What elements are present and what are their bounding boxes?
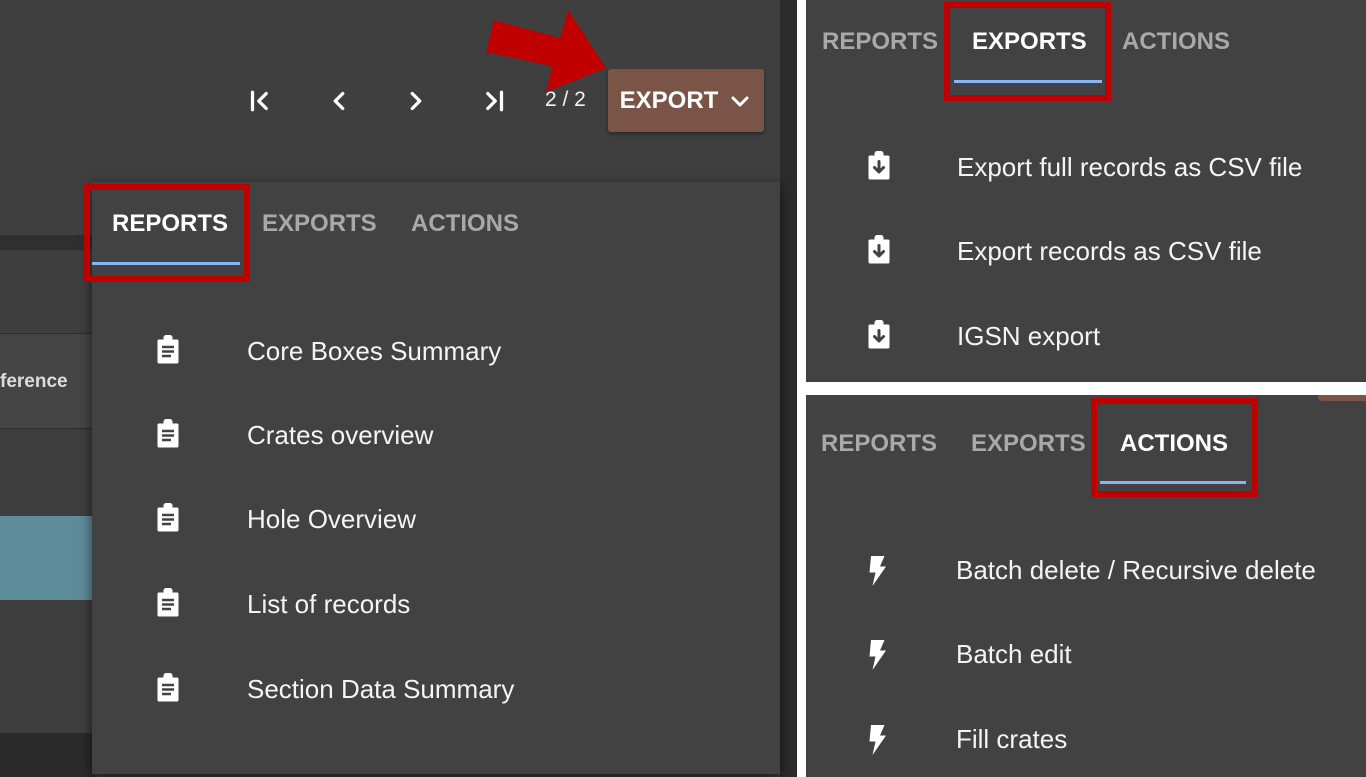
lightning-bolt-icon: [869, 556, 886, 586]
menu-item-label: Export records as CSV file: [957, 236, 1262, 266]
reports-panel-view: ference 2 / 2 EXPORT REPORTS EXPORTS ACT…: [0, 0, 797, 777]
callout-arrow-icon: [486, 10, 606, 92]
lightning-bolt-icon: [869, 725, 886, 755]
first-page-icon: [250, 90, 268, 112]
menu-item-batch-delete[interactable]: Batch delete / Recursive delete: [806, 541, 1366, 601]
column-header-label: ference: [0, 371, 68, 392]
menu-item-label: Batch delete / Recursive delete: [956, 555, 1316, 585]
highlight-box-reports: [84, 184, 250, 282]
menu-item-label: Core Boxes Summary: [247, 336, 502, 366]
previous-page-button[interactable]: [320, 82, 358, 120]
menu-item-export-full-records-csv[interactable]: Export full records as CSV file: [806, 138, 1366, 198]
clipboard-download-icon: [868, 151, 890, 180]
menu-item-batch-edit[interactable]: Batch edit: [806, 625, 1366, 685]
clipboard-list-icon: [157, 588, 179, 617]
first-page-button[interactable]: [241, 82, 279, 120]
tab-actions[interactable]: ACTIONS: [1122, 28, 1230, 56]
menu-item-label: IGSN export: [957, 321, 1101, 351]
export-button[interactable]: EXPORT: [608, 69, 764, 132]
menu-item-section-data-summary[interactable]: Section Data Summary: [92, 660, 780, 720]
tab-reports[interactable]: REPORTS: [822, 28, 938, 56]
menu-item-igsn-export[interactable]: IGSN export: [806, 307, 1366, 367]
highlight-box-exports: [944, 2, 1111, 101]
tab-exports[interactable]: EXPORTS: [971, 430, 1086, 458]
tab-exports[interactable]: EXPORTS: [262, 210, 377, 238]
menu-item-label: Hole Overview: [247, 504, 417, 534]
chevron-right-icon: [410, 91, 422, 111]
exports-panel-view: REPORTS EXPORTS ACTIONS Export full reco…: [806, 0, 1366, 382]
menu-item-label: List of records: [247, 589, 411, 619]
menu-item-label: Section Data Summary: [247, 674, 515, 704]
clipboard-download-icon: [868, 235, 890, 264]
export-button-edge: [1318, 395, 1366, 401]
export-button-label: EXPORT: [619, 86, 719, 114]
chevron-left-icon: [333, 91, 345, 111]
menu-item-label: Fill crates: [956, 724, 1068, 754]
divider: [0, 235, 95, 250]
screenshot-canvas: ference 2 / 2 EXPORT REPORTS EXPORTS ACT…: [0, 0, 1366, 777]
scrollbar-track: [780, 0, 797, 777]
clipboard-list-icon: [157, 673, 179, 702]
next-page-button[interactable]: [397, 82, 435, 120]
menu-item-crates-overview[interactable]: Crates overview: [92, 406, 780, 466]
clipboard-list-icon: [157, 419, 179, 448]
actions-panel-view: REPORTS EXPORTS ACTIONS Batch delete / R…: [806, 395, 1366, 777]
menu-item-label: Batch edit: [956, 639, 1072, 669]
menu-item-label: Export full records as CSV file: [957, 152, 1303, 182]
menu-item-label: Crates overview: [247, 420, 434, 450]
menu-item-fill-crates[interactable]: Fill crates: [806, 710, 1366, 770]
tab-reports[interactable]: REPORTS: [821, 430, 937, 458]
menu-item-hole-overview[interactable]: Hole Overview: [92, 490, 780, 550]
menu-item-list-of-records[interactable]: List of records: [92, 575, 780, 635]
lightning-bolt-icon: [869, 640, 886, 670]
clipboard-list-icon: [157, 335, 179, 364]
clipboard-list-icon: [157, 503, 179, 532]
clipboard-download-icon: [868, 320, 890, 349]
table-footer: [0, 733, 95, 777]
highlight-box-actions: [1091, 398, 1258, 497]
tab-actions[interactable]: ACTIONS: [411, 210, 519, 238]
chevron-down-icon: [731, 96, 749, 106]
menu-item-export-records-csv[interactable]: Export records as CSV file: [806, 222, 1366, 282]
table-header-cell: ference: [0, 333, 95, 429]
selected-table-row[interactable]: [0, 516, 95, 600]
menu-item-core-boxes-summary[interactable]: Core Boxes Summary: [92, 322, 780, 382]
